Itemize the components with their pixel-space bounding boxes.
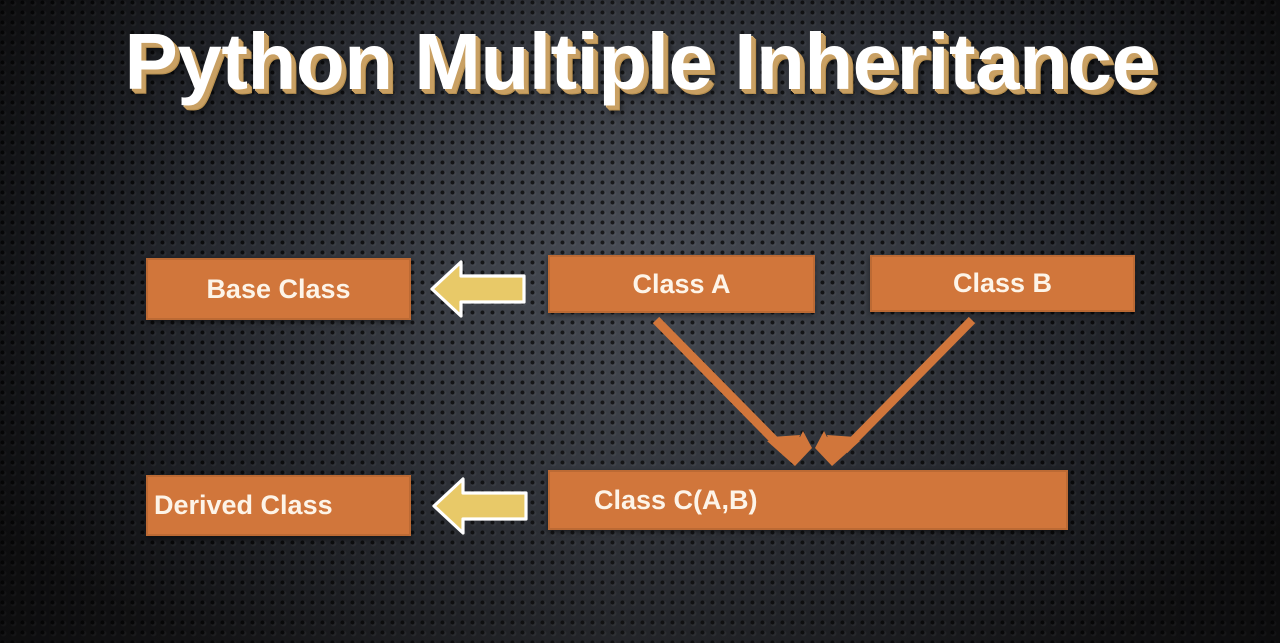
slide-canvas: Python Multiple Inheritance Base Class C… <box>0 0 1280 643</box>
box-derived-class: Derived Class <box>146 475 411 536</box>
box-class-b-label: Class B <box>952 268 1053 298</box>
box-class-c: Class C(A,B) <box>548 470 1068 530</box>
box-class-a: Class A <box>548 255 815 313</box>
box-class-c-label: Class C(A,B) <box>594 484 758 515</box>
box-derived-class-label: Derived Class <box>154 490 333 520</box>
page-title: Python Multiple Inheritance <box>124 17 1156 106</box>
left-block-arrow-icon-top <box>428 258 528 320</box>
box-class-b: Class B <box>870 255 1135 312</box>
box-class-a-label: Class A <box>632 268 731 299</box>
left-block-arrow-icon-bottom <box>430 475 530 537</box>
inheritance-arrow-icon-b-to-c <box>815 316 976 466</box>
box-base-class-label: Base Class <box>206 273 351 304</box>
box-base-class: Base Class <box>146 258 411 320</box>
inheritance-arrow-icon-a-to-c <box>652 316 812 466</box>
